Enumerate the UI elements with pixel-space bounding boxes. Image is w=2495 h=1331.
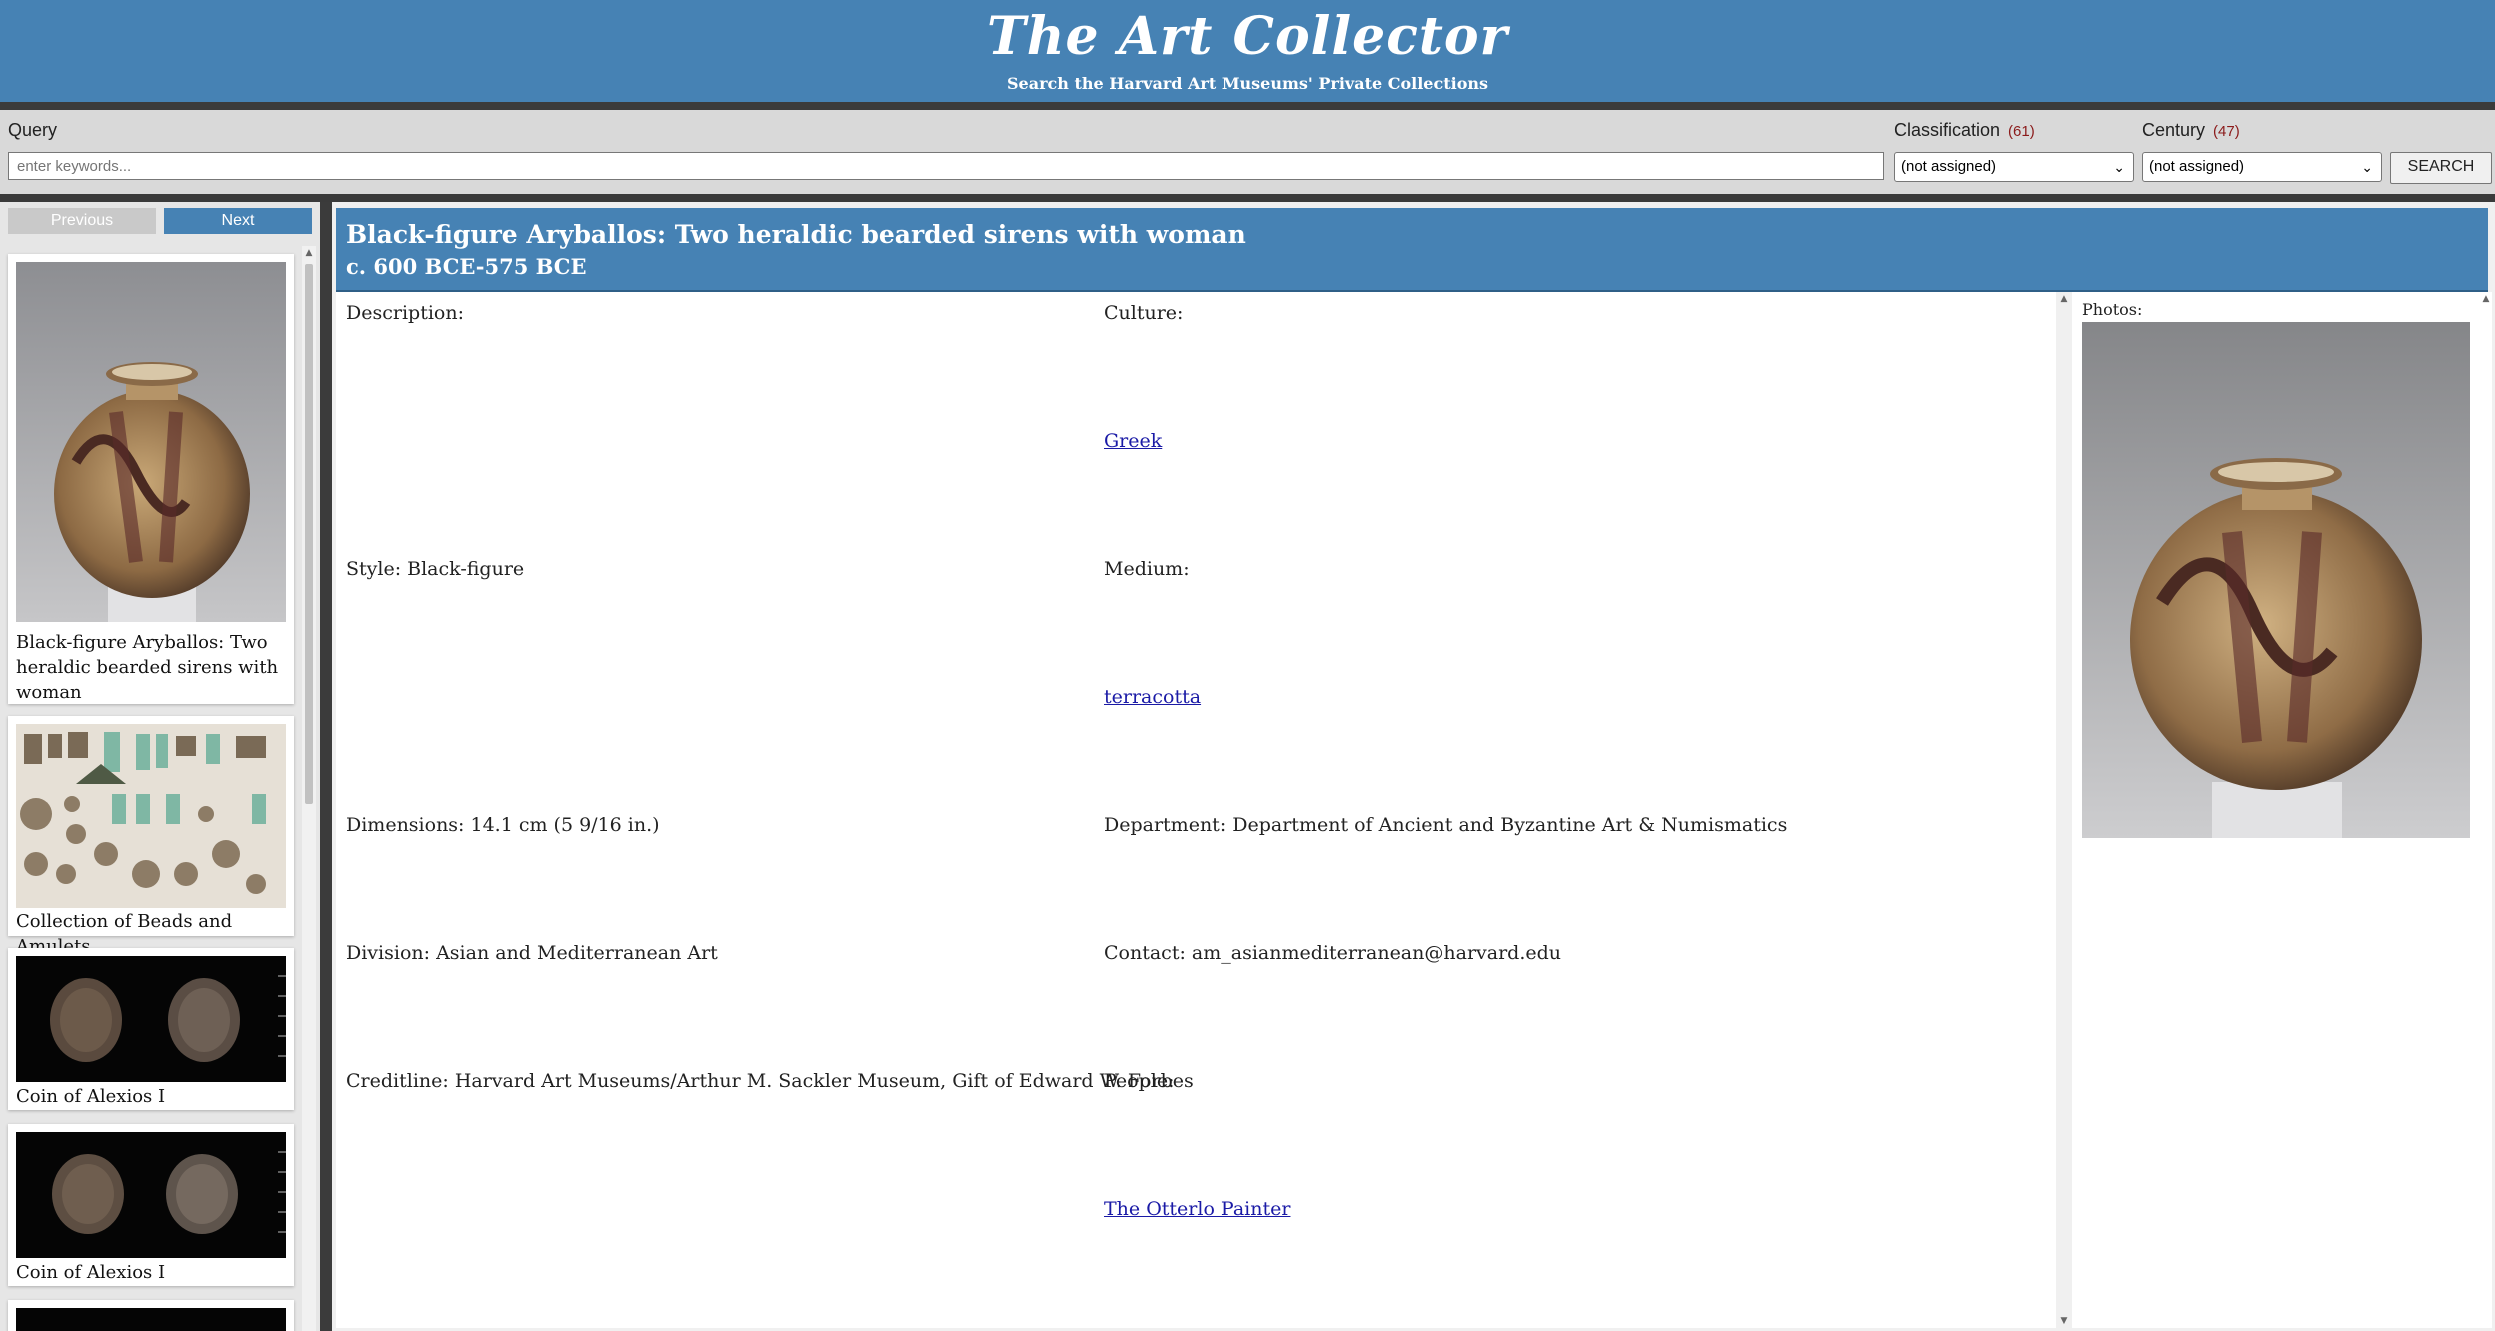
classification-label: Classification (61) (1894, 120, 2035, 141)
contact-field: Contact: am_asianmediterranean@harvard.e… (1104, 942, 1562, 964)
panel-divider (320, 202, 332, 1331)
medium-label: Medium: (1104, 558, 1190, 580)
next-button[interactable]: Next (164, 208, 312, 234)
century-count: (47) (2213, 123, 2240, 140)
scrollbar-thumb[interactable] (305, 264, 313, 804)
coin-thumbnail (16, 1132, 286, 1258)
century-select[interactable]: (not assigned) ⌄ (2142, 152, 2382, 182)
query-label: Query (8, 120, 58, 140)
result-card[interactable]: Black-figure Aryballos: Two heraldic bea… (8, 254, 294, 704)
scroll-down-icon[interactable]: ▼ (2057, 1316, 2071, 1326)
classification-count: (61) (2008, 123, 2035, 140)
creditline-field: Creditline: Harvard Art Museums/Arthur M… (346, 1070, 1194, 1092)
scroll-up-icon[interactable]: ▲ (302, 248, 316, 258)
beads-thumbnail (16, 724, 286, 908)
detail-header: Black-figure Aryballos: Two heraldic bea… (336, 208, 2488, 292)
previous-button[interactable]: Previous (8, 208, 156, 234)
century-select-value: (not assigned) (2149, 158, 2245, 175)
description-label: Description: (346, 302, 464, 324)
app-header: The Art Collector Search the Harvard Art… (0, 0, 2495, 102)
coin-thumbnail (16, 956, 286, 1082)
search-button[interactable]: SEARCH (2390, 152, 2492, 184)
medium-link[interactable]: terracotta (1104, 686, 1201, 708)
detail-title: Black-figure Aryballos: Two heraldic bea… (346, 220, 1246, 249)
culture-label: Culture: (1104, 302, 1184, 324)
division-field: Division: Asian and Mediterranean Art (346, 942, 718, 964)
app-subtitle: Search the Harvard Art Museums' Private … (1007, 74, 1488, 93)
result-card-title: Black-figure Aryballos: Two heraldic bea… (16, 632, 279, 703)
century-label: Century (47) (2142, 120, 2240, 141)
aryballos-thumbnail (16, 262, 286, 622)
result-card[interactable]: Collection of Beads and Amulets (8, 716, 294, 957)
coin-thumbnail (16, 1308, 286, 1331)
scroll-up-icon[interactable]: ▲ (2480, 294, 2492, 304)
classification-select-value: (not assigned) (1901, 158, 1997, 175)
dimensions-field: Dimensions: 14.1 cm (5 9/16 in.) (346, 814, 660, 836)
result-card-title: Coin of Alexios I (16, 1262, 166, 1283)
classification-select[interactable]: (not assigned) ⌄ (1894, 152, 2134, 182)
style-field: Style: Black-figure (346, 558, 525, 580)
detail-panel: Black-figure Aryballos: Two heraldic bea… (332, 202, 2495, 1331)
query-input[interactable] (8, 152, 1884, 180)
aryballos-photo[interactable] (2082, 322, 2470, 838)
detail-info: Description: Culture: Greek Style: Black… (336, 292, 2056, 1328)
detail-date: c. 600 BCE-575 BCE (346, 254, 587, 279)
photos-label: Photos: (2082, 300, 2143, 319)
sidebar-scrollbar[interactable]: ▲ (302, 246, 316, 1331)
chevron-down-icon: ⌄ (2361, 159, 2373, 175)
result-card[interactable] (8, 1300, 294, 1331)
people-link[interactable]: The Otterlo Painter (1104, 1198, 1290, 1220)
header-divider (0, 102, 2495, 110)
century-label-text: Century (2142, 120, 2206, 140)
people-label: People: (1104, 1070, 1175, 1092)
search-bar: Query Classification (61) (not assigned) … (0, 110, 2495, 194)
chevron-down-icon: ⌄ (2113, 159, 2125, 175)
results-sidebar: Previous Next Black-figure Aryballos: Tw… (0, 202, 320, 1331)
culture-link[interactable]: Greek (1104, 430, 1162, 452)
classification-label-text: Classification (1894, 120, 2001, 140)
department-field: Department: Department of Ancient and By… (1104, 814, 1788, 836)
result-card[interactable]: Coin of Alexios I (8, 1124, 294, 1286)
photos-scrollbar[interactable]: ▲ (2480, 292, 2492, 1328)
photos-panel: Photos: ▲ (2072, 292, 2492, 1328)
detail-scrollbar[interactable]: ▲ ▼ (2057, 292, 2071, 1328)
result-card-title: Coin of Alexios I (16, 1086, 166, 1107)
app-title: The Art Collector (987, 6, 1508, 67)
scroll-up-icon[interactable]: ▲ (2057, 294, 2071, 304)
result-card[interactable]: Coin of Alexios I (8, 948, 294, 1110)
